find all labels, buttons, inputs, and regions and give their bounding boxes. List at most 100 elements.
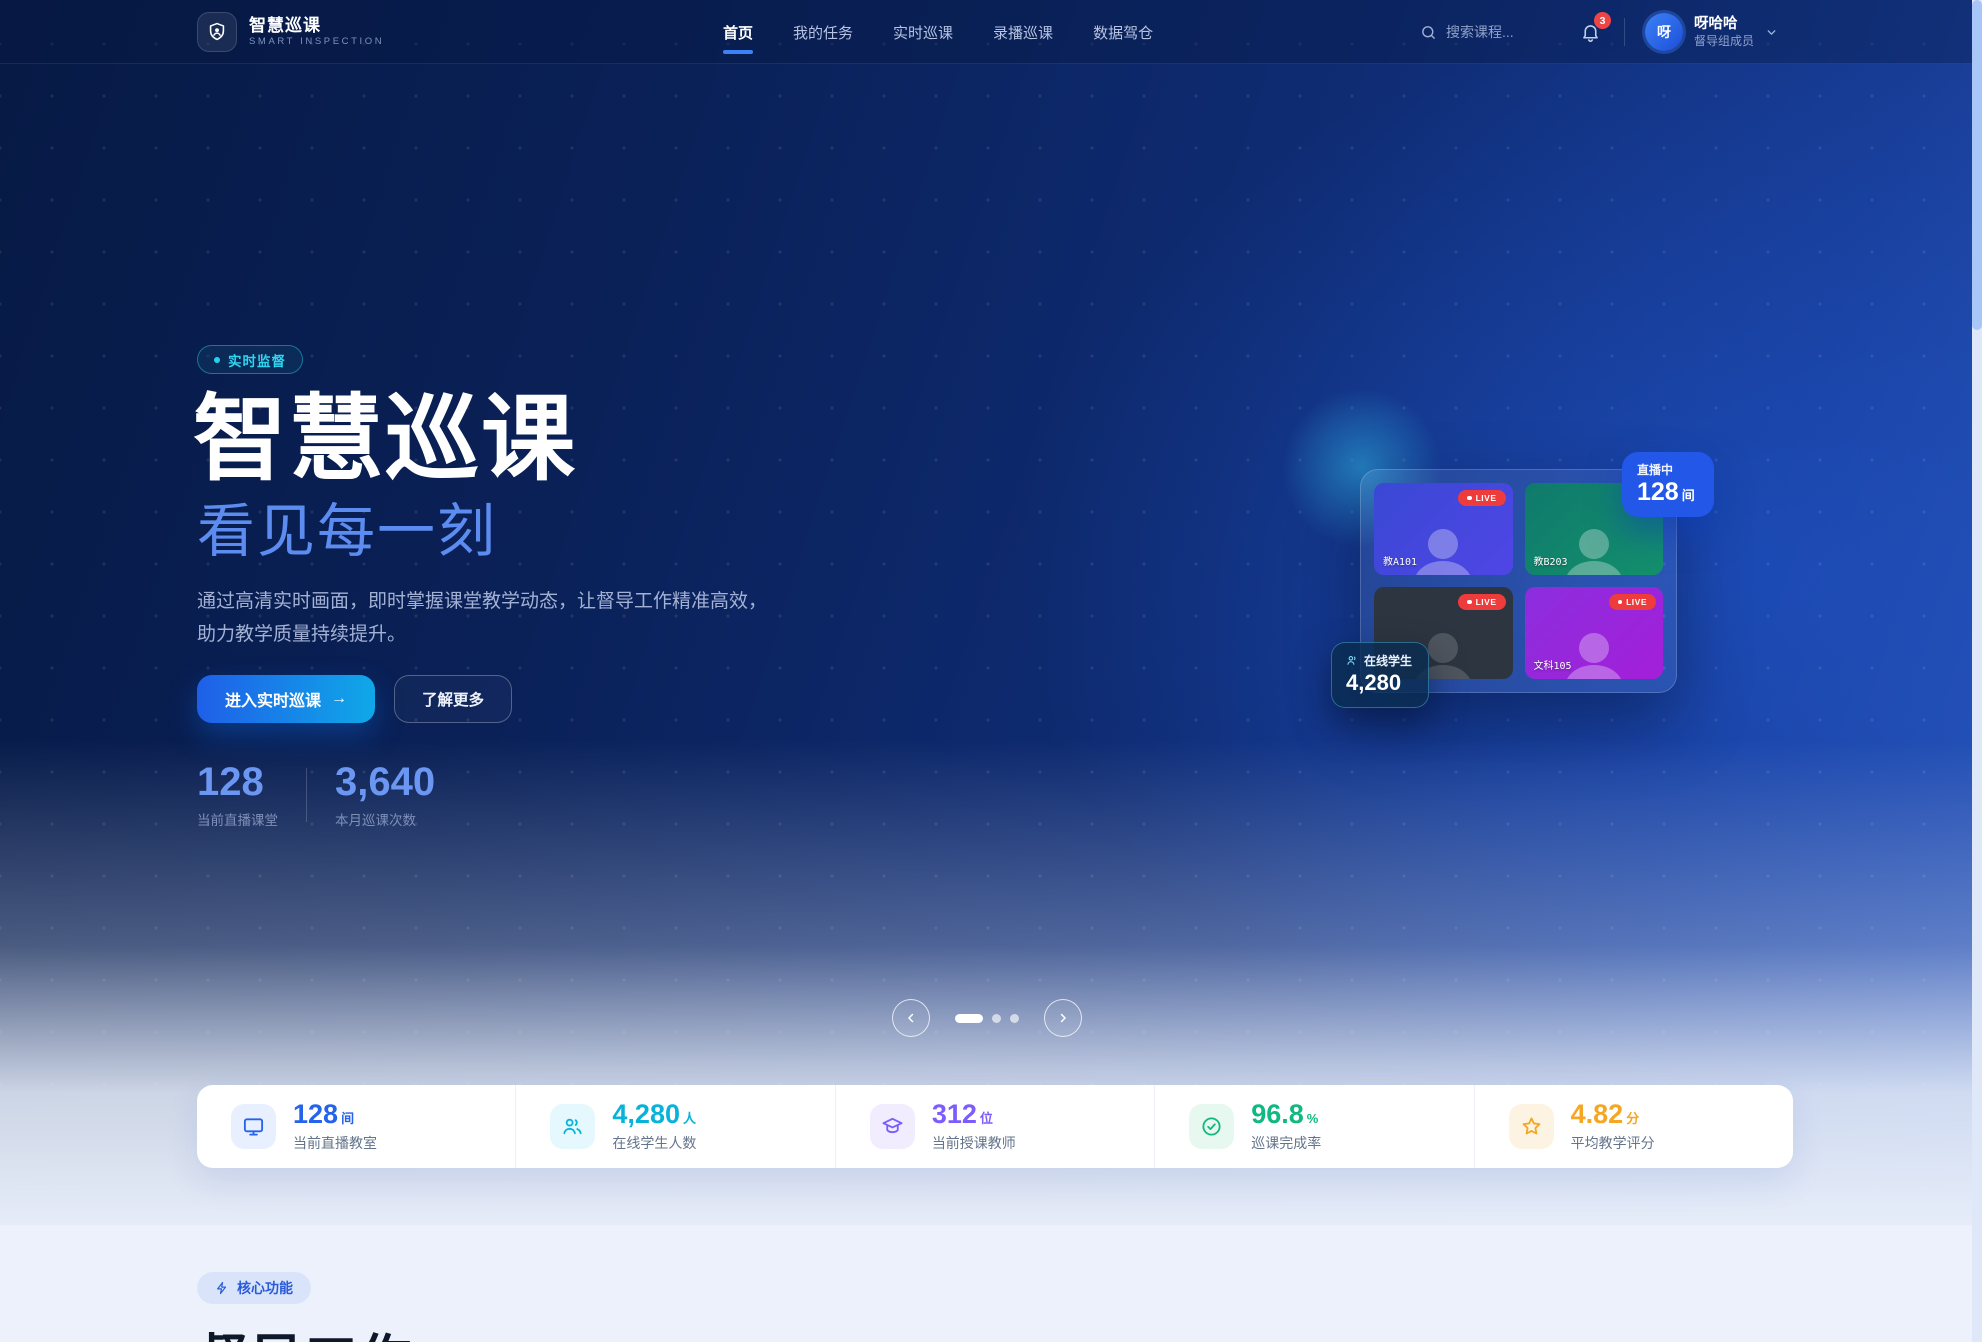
- online-students-floating-badge: 在线学生 4,280: [1331, 642, 1429, 708]
- stat-unit: 位: [980, 1111, 993, 1126]
- enter-live-inspection-button[interactable]: 进入实时巡课 →: [197, 675, 375, 723]
- nav-link-data-cockpit[interactable]: 数据驾仓: [1093, 22, 1153, 43]
- stat-text: 4.82分 平均教学评分: [1571, 1100, 1655, 1153]
- stat-card-average-rating: 4.82分 平均教学评分: [1474, 1085, 1793, 1168]
- stat-value: 128: [293, 1099, 338, 1129]
- nav-link-live-inspection[interactable]: 实时巡课: [893, 22, 953, 43]
- stat-card-teachers: 312位 当前授课教师: [835, 1085, 1154, 1168]
- cta-row: 进入实时巡课 → 了解更多: [197, 675, 512, 723]
- stat-value: 4.82: [1571, 1099, 1624, 1129]
- live-count-value: 128间: [1637, 478, 1714, 507]
- stat-unit: %: [1307, 1111, 1319, 1126]
- live-count-floating-badge: 直播中 128间: [1622, 452, 1714, 517]
- user-name: 呀哈哈: [1694, 15, 1754, 33]
- hero-title: 智慧巡课: [193, 390, 577, 489]
- hero-stat-value: 128: [197, 760, 278, 804]
- nav-link-recorded-inspection[interactable]: 录播巡课: [993, 22, 1053, 43]
- stat-text: 96.8% 巡课完成率: [1251, 1100, 1321, 1153]
- hero-badge-label: 实时监督: [228, 350, 286, 370]
- stat-label: 在线学生人数: [612, 1133, 696, 1153]
- users-icon: [550, 1104, 595, 1149]
- app-title: 智慧巡课: [249, 16, 384, 36]
- live-dot-icon: [214, 357, 220, 363]
- live-count-unit: 间: [1682, 488, 1695, 503]
- live-dot-icon: [1467, 496, 1472, 501]
- primary-cta-label: 进入实时巡课: [225, 687, 321, 711]
- stat-card-online-students: 4,280人 在线学生人数: [515, 1085, 834, 1168]
- search-box[interactable]: [1420, 24, 1558, 41]
- live-badge: LIVE: [1458, 490, 1505, 506]
- chevron-right-icon: [1056, 1011, 1070, 1025]
- online-students-value: 4,280: [1346, 669, 1428, 698]
- nav-links: 首页 我的任务 实时巡课 录播巡课 数据驾仓: [723, 0, 1153, 64]
- avatar: 呀: [1645, 13, 1683, 51]
- stat-unit: 人: [683, 1111, 696, 1126]
- stat-text: 4,280人 在线学生人数: [612, 1100, 696, 1153]
- hero-stat-live-classrooms: 128 当前直播课堂: [197, 760, 278, 829]
- online-students-title: 在线学生: [1364, 652, 1412, 669]
- page: 智慧巡课 SMART INSPECTION 首页 我的任务 实时巡课 录播巡课 …: [0, 0, 1982, 1342]
- classroom-name: 教A101: [1383, 553, 1417, 568]
- nav-right-cluster: 3 呀 呀哈哈 督导组成员: [1420, 0, 1778, 64]
- live-badge: LIVE: [1609, 594, 1656, 610]
- features-heading: 督导工作: [197, 1317, 413, 1342]
- live-badge-label: LIVE: [1626, 597, 1647, 607]
- live-dot-icon: [1467, 600, 1472, 605]
- check-circle-icon: [1189, 1104, 1234, 1149]
- hero-carousel-controls: [892, 997, 1082, 1039]
- hero-badge: 实时监督: [197, 345, 303, 374]
- notification-badge: 3: [1594, 12, 1611, 29]
- carousel-indicator[interactable]: [992, 1014, 1001, 1023]
- stat-label: 当前授课教师: [932, 1133, 1016, 1153]
- chevron-left-icon: [904, 1011, 918, 1025]
- hero-stat-label: 本月巡课次数: [335, 809, 435, 829]
- stat-label: 当前直播教室: [293, 1133, 377, 1153]
- carousel-prev-button[interactable]: [892, 999, 930, 1037]
- notifications-button[interactable]: 3: [1578, 19, 1604, 45]
- nav-link-home[interactable]: 首页: [723, 22, 753, 43]
- carousel-next-button[interactable]: [1044, 999, 1082, 1037]
- classroom-tile[interactable]: LIVE 文科105: [1525, 587, 1664, 679]
- hero-stat-monthly-inspections: 3,640 本月巡课次数: [335, 760, 435, 829]
- app-logo-icon: [197, 12, 237, 52]
- carousel-indicator[interactable]: [1010, 1014, 1019, 1023]
- classroom-tile[interactable]: LIVE 教A101: [1374, 483, 1513, 575]
- lightning-icon: [215, 1281, 229, 1295]
- star-icon: [1509, 1104, 1554, 1149]
- stat-unit: 间: [341, 1111, 354, 1126]
- core-features-badge: 核心功能: [197, 1272, 311, 1304]
- person-silhouette: [1411, 529, 1475, 575]
- search-input[interactable]: [1446, 24, 1558, 40]
- user-text: 呀哈哈 督导组成员: [1694, 15, 1754, 48]
- hero-subtitle: 看见每一刻: [197, 500, 497, 564]
- hero-stats-divider: [306, 768, 307, 822]
- hero-stat-label: 当前直播课堂: [197, 809, 278, 829]
- live-badge-label: LIVE: [1476, 493, 1497, 503]
- learn-more-button[interactable]: 了解更多: [394, 675, 512, 723]
- live-count-title: 直播中: [1637, 461, 1714, 478]
- classroom-name: 文科105: [1534, 657, 1572, 672]
- stat-value: 4,280: [612, 1099, 680, 1129]
- hero-stats: 128 当前直播课堂 3,640 本月巡课次数: [197, 760, 435, 829]
- stat-card-live-classrooms: 128间 当前直播教室: [197, 1085, 515, 1168]
- stat-value: 312: [932, 1099, 977, 1129]
- live-dot-icon: [1618, 600, 1623, 605]
- nav-link-my-tasks[interactable]: 我的任务: [793, 22, 853, 43]
- stat-text: 128间 当前直播教室: [293, 1100, 377, 1153]
- brand[interactable]: 智慧巡课 SMART INSPECTION: [197, 12, 384, 52]
- chevron-down-icon: [1765, 26, 1778, 39]
- scrollbar-thumb[interactable]: [1972, 0, 1982, 330]
- secondary-cta-label: 了解更多: [422, 688, 484, 710]
- hero-description: 通过高清实时画面，即时掌握课堂教学动态，让督导工作精准高效，助力教学质量持续提升…: [197, 586, 779, 651]
- users-icon: [1346, 654, 1359, 667]
- person-silhouette: [1562, 633, 1626, 679]
- person-silhouette: [1562, 529, 1626, 575]
- classroom-name: 教B203: [1534, 553, 1568, 568]
- carousel-indicator-active[interactable]: [955, 1014, 983, 1023]
- core-features-badge-label: 核心功能: [237, 1278, 293, 1298]
- user-menu[interactable]: 呀 呀哈哈 督导组成员: [1645, 13, 1778, 51]
- app-subtitle: SMART INSPECTION: [249, 36, 384, 48]
- scrollbar-track[interactable]: [1972, 0, 1982, 1342]
- search-icon: [1420, 24, 1437, 41]
- stats-band: 128间 当前直播教室 4,280人 在线学生人数 312位: [197, 1085, 1793, 1168]
